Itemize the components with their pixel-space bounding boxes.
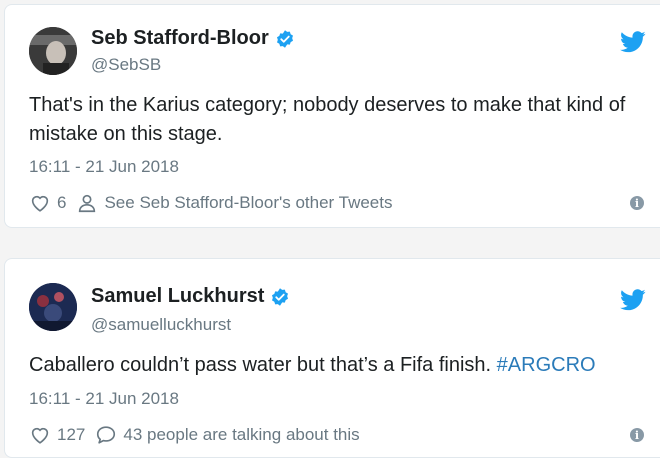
info-icon[interactable]: i	[630, 196, 644, 210]
heart-icon	[31, 195, 49, 212]
avatar-image	[29, 283, 77, 331]
like-button[interactable]: 6	[29, 192, 66, 214]
like-count: 127	[57, 425, 86, 444]
twitter-bird-icon[interactable]	[620, 31, 646, 53]
tweet-text: That's in the Karius category; nobody de…	[29, 94, 626, 145]
other-tweets-label[interactable]: See Seb Stafford-Bloor's other Tweets	[104, 193, 392, 213]
author-handle[interactable]: @samuelluckhurst	[91, 315, 231, 335]
tweet-text: Caballero couldn’t pass water but that’s…	[29, 351, 644, 380]
twitter-bird-icon[interactable]	[620, 289, 646, 311]
other-tweets-link[interactable]: See Seb Stafford-Bloor's other Tweets	[76, 192, 392, 214]
author-name[interactable]: Samuel Luckhurst	[91, 285, 264, 308]
tweet-text-body: Caballero couldn’t pass water but that’s…	[29, 354, 497, 376]
author-handle[interactable]: @SebSB	[91, 55, 161, 75]
like-button[interactable]: 127	[29, 424, 85, 446]
tweet-card[interactable]: Seb Stafford-Bloor @SebSB That's in the …	[4, 4, 660, 228]
info-icon[interactable]: i	[630, 428, 644, 442]
author-avatar[interactable]	[29, 283, 77, 331]
tweet-card[interactable]: Samuel Luckhurst @samuelluckhurst Caball…	[4, 258, 660, 458]
comment-icon	[97, 426, 116, 444]
heart-icon	[31, 427, 49, 444]
conversation-link[interactable]: 43 people are talking about this	[95, 424, 360, 446]
avatar-image	[29, 27, 77, 75]
author-name-row[interactable]: Seb Stafford-Bloor	[91, 27, 295, 50]
author-name[interactable]: Seb Stafford-Bloor	[91, 27, 269, 50]
tweet-timestamp[interactable]: 16:11 - 21 Jun 2018	[29, 157, 179, 177]
tweet-actions: 6 See Seb Stafford-Bloor's other Tweets …	[29, 191, 644, 215]
author-avatar[interactable]	[29, 27, 77, 75]
tweet-actions: 127 43 people are talking about this i	[29, 423, 644, 447]
like-count: 6	[57, 193, 67, 212]
person-icon	[79, 194, 96, 213]
tweet-timestamp[interactable]: 16:11 - 21 Jun 2018	[29, 389, 179, 409]
verified-badge-icon	[276, 29, 293, 48]
conversation-label[interactable]: 43 people are talking about this	[123, 425, 359, 445]
hashtag-link[interactable]: #ARGCRO	[497, 354, 596, 376]
verified-badge-icon	[272, 287, 289, 306]
author-name-row[interactable]: Samuel Luckhurst	[91, 285, 290, 308]
